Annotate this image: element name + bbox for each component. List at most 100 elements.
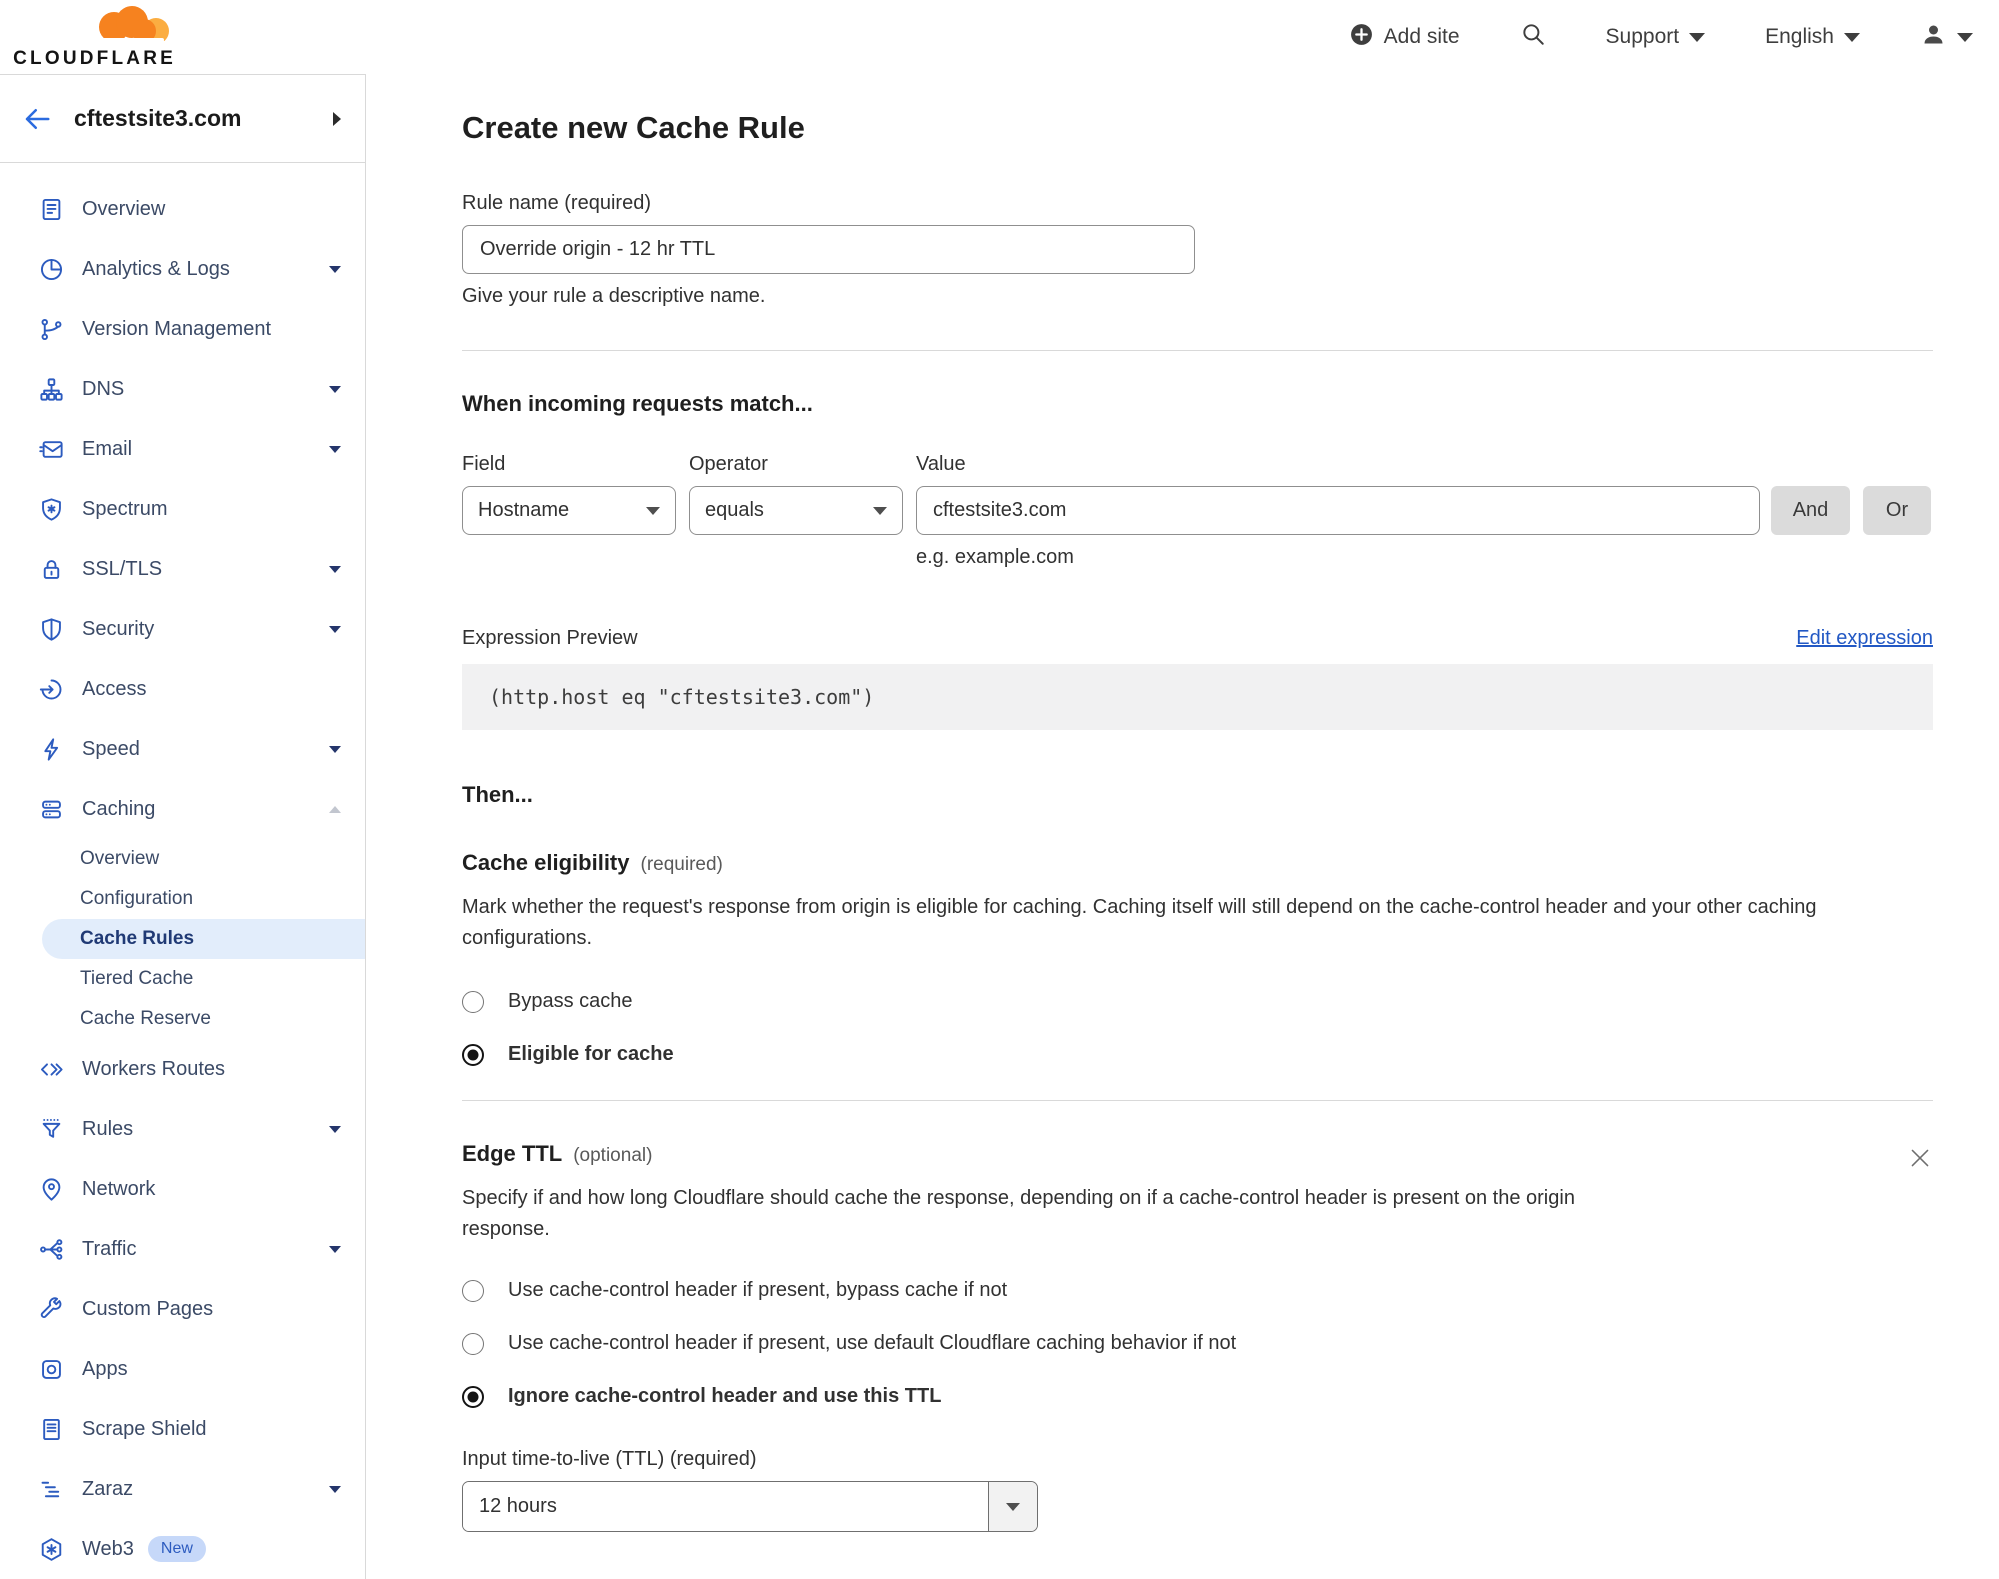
value-input[interactable] (916, 486, 1760, 535)
server-stack-icon (38, 796, 65, 823)
then-heading: Then... (462, 782, 533, 807)
sidebar-item-network[interactable]: Network (0, 1159, 365, 1219)
padlock-icon (38, 556, 65, 583)
sidebar-item-web3[interactable]: Web3 New (0, 1519, 365, 1579)
pie-chart-icon (38, 256, 65, 283)
support-menu[interactable]: Support (1606, 25, 1706, 49)
back-arrow-icon[interactable] (22, 104, 52, 134)
sidebar-item-label: Scrape Shield (82, 1417, 207, 1440)
sidebar-item-speed[interactable]: Speed (0, 719, 365, 779)
sidebar-subitem-label: Configuration (80, 888, 194, 909)
add-site-button[interactable]: Add site (1349, 22, 1460, 53)
radio-use-header-default[interactable]: Use cache-control header if present, use… (462, 1332, 1933, 1355)
sidebar-item-label: Rules (82, 1117, 134, 1140)
sidebar-item-access[interactable]: Access (0, 659, 365, 719)
or-button[interactable]: Or (1863, 486, 1931, 535)
sidebar-item-custom-pages[interactable]: Custom Pages (0, 1279, 365, 1339)
rule-name-label: Rule name (required) (462, 192, 651, 214)
top-bar: CLOUDFLARE Add site Support English (0, 0, 1999, 74)
sidebar-subitem-label: Cache Reserve (80, 1008, 211, 1029)
chevron-down-icon (329, 1485, 341, 1493)
operator-select[interactable]: equals (689, 486, 903, 535)
sidebar-item-overview[interactable]: Overview (0, 179, 365, 239)
radio-ignore-header-use-ttl[interactable]: Ignore cache-control header and use this… (462, 1385, 1933, 1408)
funnel-icon (38, 1116, 65, 1143)
sidebar-subitem-tiered-cache[interactable]: Tiered Cache (0, 959, 365, 999)
radio-checked-icon (462, 1385, 484, 1408)
support-label: Support (1605, 25, 1680, 48)
sidebar-subitem-label: Cache Rules (80, 928, 195, 949)
sidebar-item-ssl-tls[interactable]: SSL/TLS (0, 539, 365, 599)
sidebar-item-dns[interactable]: DNS (0, 359, 365, 419)
operator-select-value: equals (705, 499, 764, 521)
sidebar-subitem-label: Tiered Cache (80, 968, 194, 989)
sidebar-item-scrape-shield[interactable]: Scrape Shield (0, 1399, 365, 1459)
cloudflare-logo[interactable]: CLOUDFLARE (13, 5, 176, 70)
sidebar-item-label: Access (82, 677, 147, 700)
sidebar-item-label: Caching (82, 797, 156, 820)
field-select-value: Hostname (478, 499, 570, 521)
rule-name-input[interactable] (462, 225, 1195, 274)
field-select[interactable]: Hostname (462, 486, 676, 535)
sidebar-item-security[interactable]: Security (0, 599, 365, 659)
lightning-icon (38, 736, 65, 763)
sidebar-item-label: Zaraz (82, 1477, 134, 1500)
edge-ttl-heading: Edge TTL (optional) (462, 1141, 1642, 1167)
sidebar-item-traffic[interactable]: Traffic (0, 1219, 365, 1279)
language-menu[interactable]: English (1765, 25, 1860, 49)
rule-name-help: Give your rule a descriptive name. (462, 285, 766, 307)
chevron-right-icon[interactable] (333, 111, 341, 126)
main-content: Create new Cache Rule Rule name (require… (366, 74, 1999, 1579)
user-icon (1920, 21, 1947, 54)
ttl-label: Input time-to-live (TTL) (required) (462, 1448, 757, 1470)
sidebar-item-workers-routes[interactable]: Workers Routes (0, 1039, 365, 1099)
close-icon[interactable] (1907, 1145, 1933, 1176)
edge-ttl-title: Edge TTL (462, 1141, 563, 1166)
required-tag: (required) (640, 854, 723, 875)
radio-use-header-bypass[interactable]: Use cache-control header if present, byp… (462, 1279, 1933, 1302)
account-menu[interactable] (1920, 21, 1973, 54)
code-brackets-icon (38, 1056, 65, 1083)
new-badge: New (147, 1536, 206, 1562)
location-pin-icon (38, 1176, 65, 1203)
radio-bypass-cache[interactable]: Bypass cache (462, 990, 1933, 1013)
sidebar-subitem-cache-reserve[interactable]: Cache Reserve (0, 999, 365, 1039)
chevron-down-icon (988, 1482, 1037, 1531)
sidebar-item-caching[interactable]: Caching (0, 779, 365, 839)
chevron-up-icon (329, 805, 341, 813)
sidebar-item-label: Speed (82, 737, 140, 760)
sidebar-item-zaraz[interactable]: Zaraz (0, 1459, 365, 1519)
sidebar-item-email[interactable]: Email (0, 419, 365, 479)
and-button[interactable]: And (1771, 486, 1850, 535)
sidebar-item-label: Email (82, 437, 133, 460)
sidebar-item-analytics-logs[interactable]: Analytics & Logs (0, 239, 365, 299)
chevron-down-icon (329, 385, 341, 393)
sidebar-item-rules[interactable]: Rules (0, 1099, 365, 1159)
field-label: Field (462, 453, 506, 475)
sidebar-subitem-configuration[interactable]: Configuration (0, 879, 365, 919)
cloudflare-cloud-icon (80, 5, 176, 47)
search-icon[interactable] (1520, 21, 1546, 53)
edit-expression-link[interactable]: Edit expression (1796, 627, 1933, 650)
sidebar-item-label: Network (82, 1177, 156, 1200)
sidebar-subitem-cache-rules[interactable]: Cache Rules (42, 919, 365, 959)
document-lines-icon (38, 1416, 65, 1443)
sidebar-item-label: Spectrum (82, 497, 168, 520)
sidebar-item-apps[interactable]: Apps (0, 1339, 365, 1399)
sidebar-item-label: Security (82, 617, 155, 640)
sidebar-item-spectrum[interactable]: Spectrum (0, 479, 365, 539)
chevron-down-icon (1844, 32, 1860, 42)
radio-eligible-for-cache[interactable]: Eligible for cache (462, 1043, 1933, 1066)
sidebar-item-version-management[interactable]: Version Management (0, 299, 365, 359)
ttl-select[interactable]: 12 hours (462, 1481, 1038, 1532)
radio-unchecked-icon (462, 990, 484, 1013)
radio-label: Use cache-control header if present, use… (508, 1332, 1237, 1354)
cache-eligibility-title: Cache eligibility (462, 850, 630, 875)
sidebar-subitem-overview[interactable]: Overview (0, 839, 365, 879)
plus-circle-icon (1349, 22, 1374, 53)
sidebar-item-label: Workers Routes (82, 1057, 226, 1080)
chevron-down-icon (329, 1245, 341, 1253)
expression-code: (http.host eq "cftestsite3.com") (462, 664, 1933, 730)
cloudflare-wordmark: CLOUDFLARE (13, 47, 176, 69)
hierarchy-icon (38, 376, 65, 403)
